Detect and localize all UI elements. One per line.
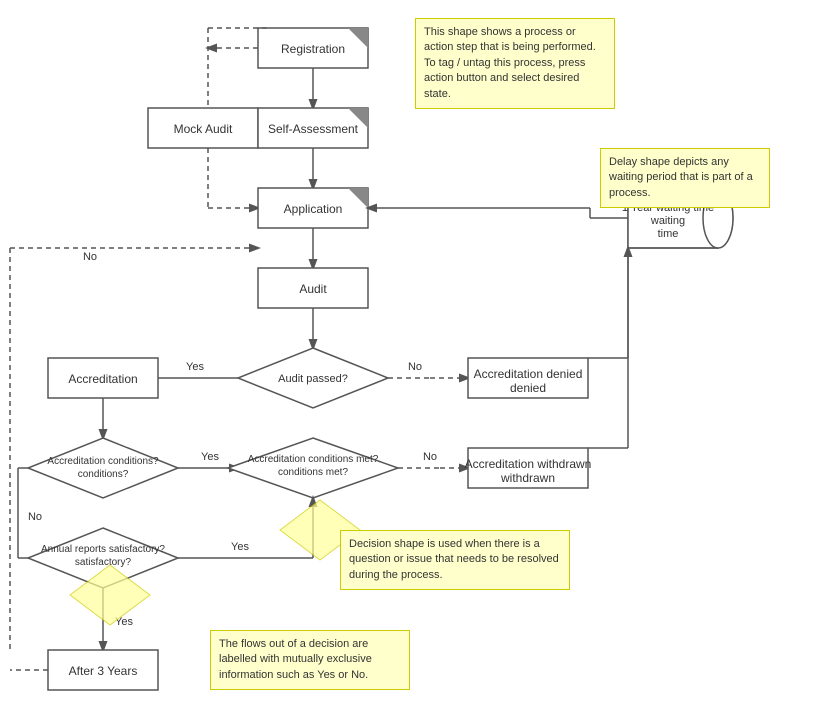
yes-label-1: Yes <box>186 361 204 373</box>
accreditation-conditions-met-label: Accreditation conditions met? <box>248 454 379 465</box>
no-label-outer: No <box>83 251 97 263</box>
no-label-3: No <box>28 511 42 523</box>
no-label-2: No <box>423 451 437 463</box>
delay-tooltip: Delay shape depicts any waiting period t… <box>600 148 770 208</box>
yes-label-3: Yes <box>231 541 249 553</box>
process-tooltip: This shape shows a process or action ste… <box>415 18 615 109</box>
audit-passed-label: Audit passed? <box>278 373 348 385</box>
decision-tooltip-text: Decision shape is used when there is a q… <box>349 538 559 581</box>
application-label: Application <box>284 202 343 216</box>
accreditation-denied-label2: denied <box>510 381 546 395</box>
process-tooltip-text: This shape shows a process or action ste… <box>424 26 596 100</box>
accreditation-withdrawn-label2: withdrawn <box>500 471 555 485</box>
self-assessment-label: Self-Assessment <box>268 122 359 136</box>
registration-label: Registration <box>281 42 345 56</box>
decision-tooltip: Decision shape is used when there is a q… <box>340 530 570 590</box>
accreditation-label: Accreditation <box>68 372 137 386</box>
accreditation-conditions-label: Accreditation conditions? <box>47 456 159 467</box>
accreditation-conditions-met-label2: conditions met? <box>278 467 348 478</box>
delay-tooltip-text: Delay shape depicts any waiting period t… <box>609 156 753 199</box>
svg-text:time: time <box>658 228 679 240</box>
flows-tooltip: The flows out of a decision are labelled… <box>210 630 410 690</box>
flows-tooltip-text: The flows out of a decision are labelled… <box>219 638 372 681</box>
annual-reports-label2: satisfactory? <box>75 557 132 568</box>
mock-audit-label: Mock Audit <box>174 122 233 136</box>
accreditation-withdrawn-label: Accreditation withdrawn <box>465 457 592 471</box>
svg-text:waiting: waiting <box>650 215 685 227</box>
after-years-label: After 3 Years <box>69 664 138 678</box>
no-label-1: No <box>408 361 422 373</box>
accreditation-denied-label: Accreditation denied <box>474 367 583 381</box>
annual-reports-label: Annual reports satisfactory? <box>41 544 165 555</box>
accreditation-conditions-label2: conditions? <box>78 469 129 480</box>
audit-label: Audit <box>299 282 327 296</box>
yes-label-2: Yes <box>201 451 219 463</box>
